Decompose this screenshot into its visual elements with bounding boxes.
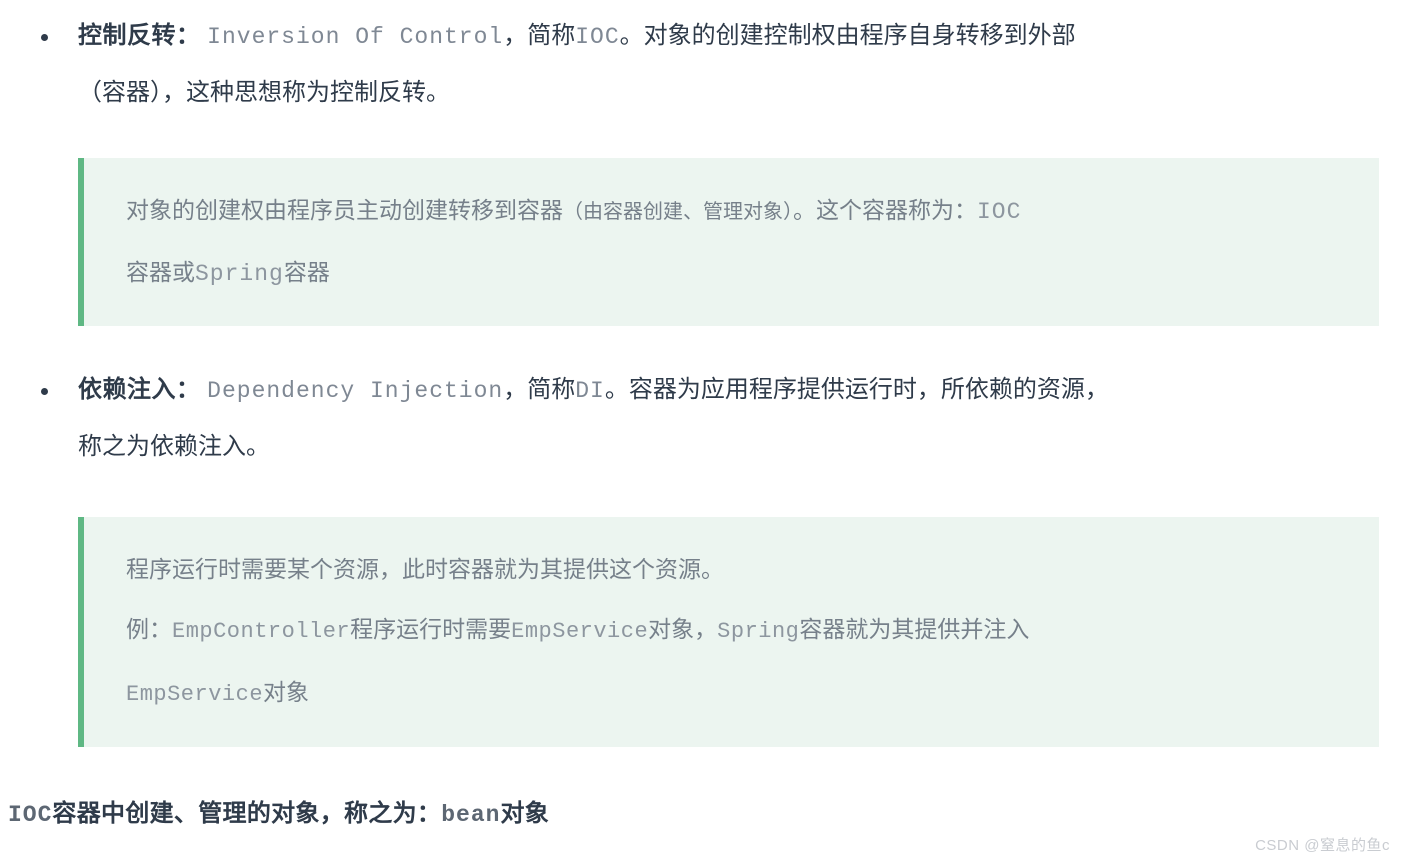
code-empcontroller: EmpController [172, 619, 351, 644]
quote-paren-note: （由容器创建、管理对象） [563, 201, 793, 223]
blockquote-di-line-2: 例：EmpController程序运行时需要EmpService对象，Sprin… [126, 599, 1355, 662]
bullet-list-ioc: 控制反转： Inversion Of Control，简称IOC。对象的创建控制… [0, 8, 1412, 121]
blockquote-di: 程序运行时需要某个资源，此时容器就为其提供这个资源。 例：EmpControll… [78, 517, 1379, 747]
code-ioc: IOC [977, 199, 1022, 225]
quote-text-c: 容器或 [126, 259, 195, 285]
term-colon: ： [176, 22, 201, 49]
code-spring: Spring [717, 619, 800, 644]
code-ioc: IOC [8, 802, 53, 828]
blockquote-di-line-3: EmpService对象 [126, 662, 1355, 725]
text-abbr-prefix: ，简称 [503, 22, 576, 49]
code-ioc-abbr: IOC [575, 24, 620, 50]
quote-text-a: 对象的创建权由程序员主动创建转移到容器 [126, 197, 563, 223]
bullet-line-2: （容器），这种思想称为控制反转。 [78, 65, 1412, 121]
quote-di-text-3: 对象， [648, 616, 718, 642]
bullet-line-1: 控制反转： Inversion Of Control，简称IOC。对象的创建控制… [78, 8, 1412, 65]
bullet-list-di: 依赖注入： Dependency Injection，简称DI。容器为应用程序提… [0, 362, 1412, 475]
footer-text-a: 容器中创建、管理的对象，称之为： [52, 800, 442, 827]
text-abbr-prefix: ，简称 [503, 376, 576, 403]
quote-di-text-5: 对象 [263, 679, 310, 705]
quote-di-text-4: 容器就为其提供并注入 [799, 616, 1030, 642]
code-bean: bean [441, 802, 501, 828]
blockquote-ioc-line-1: 对象的创建权由程序员主动创建转移到容器（由容器创建、管理对象）。这个容器称为：I… [126, 180, 1355, 242]
blockquote-ioc-inner: 对象的创建权由程序员主动创建转移到容器（由容器创建、管理对象）。这个容器称为：I… [84, 158, 1379, 326]
quote-text-d: 容器 [283, 259, 330, 285]
code-spring: Spring [195, 261, 284, 287]
bullet-line-1: 依赖注入： Dependency Injection，简称DI。容器为应用程序提… [78, 362, 1412, 419]
term-label: 依赖注入 [78, 376, 176, 403]
bullet-line-2: 称之为依赖注入。 [78, 419, 1412, 475]
term-label: 控制反转 [78, 22, 176, 49]
footer-note-line: IOC容器中创建、管理的对象，称之为：bean对象 [8, 793, 1388, 836]
blockquote-di-line-1: 程序运行时需要某个资源，此时容器就为其提供这个资源。 [126, 539, 1355, 599]
quote-text-b: 。这个容器称为： [793, 197, 977, 223]
text-ioc-line2: （容器），这种思想称为控制反转。 [78, 79, 450, 106]
watermark: CSDN @窒息的鱼c [1255, 837, 1390, 854]
term-colon: ： [176, 376, 201, 403]
text-ioc-tail: 。对象的创建控制权由程序自身转移到外部 [619, 22, 1076, 49]
code-inversion-of-control: Inversion Of Control [207, 24, 504, 50]
text-di-tail: 。容器为应用程序提供运行时，所依赖的资源， [604, 376, 1109, 403]
list-item: 依赖注入： Dependency Injection，简称DI。容器为应用程序提… [0, 362, 1412, 475]
blockquote-ioc-line-2: 容器或Spring容器 [126, 242, 1355, 304]
document-page: 控制反转： Inversion Of Control，简称IOC。对象的创建控制… [0, 0, 1412, 863]
text-di-line2: 称之为依赖注入。 [78, 433, 270, 460]
quote-di-text-1: 程序运行时需要某个资源，此时容器就为其提供这个资源。 [126, 556, 724, 582]
code-empservice-2: EmpService [126, 682, 264, 707]
blockquote-di-inner: 程序运行时需要某个资源，此时容器就为其提供这个资源。 例：EmpControll… [84, 517, 1379, 747]
list-item: 控制反转： Inversion Of Control，简称IOC。对象的创建控制… [0, 8, 1412, 121]
footer-text-b: 对象 [500, 800, 550, 827]
code-dependency-injection: Dependency Injection [207, 378, 504, 404]
quote-example-label: 例： [126, 616, 172, 642]
blockquote-ioc: 对象的创建权由程序员主动创建转移到容器（由容器创建、管理对象）。这个容器称为：I… [78, 158, 1379, 326]
footer-note: IOC容器中创建、管理的对象，称之为：bean对象 [8, 793, 1388, 836]
code-empservice: EmpService [511, 619, 649, 644]
code-di-abbr: DI [575, 378, 605, 404]
quote-di-text-2: 程序运行时需要 [350, 616, 512, 642]
